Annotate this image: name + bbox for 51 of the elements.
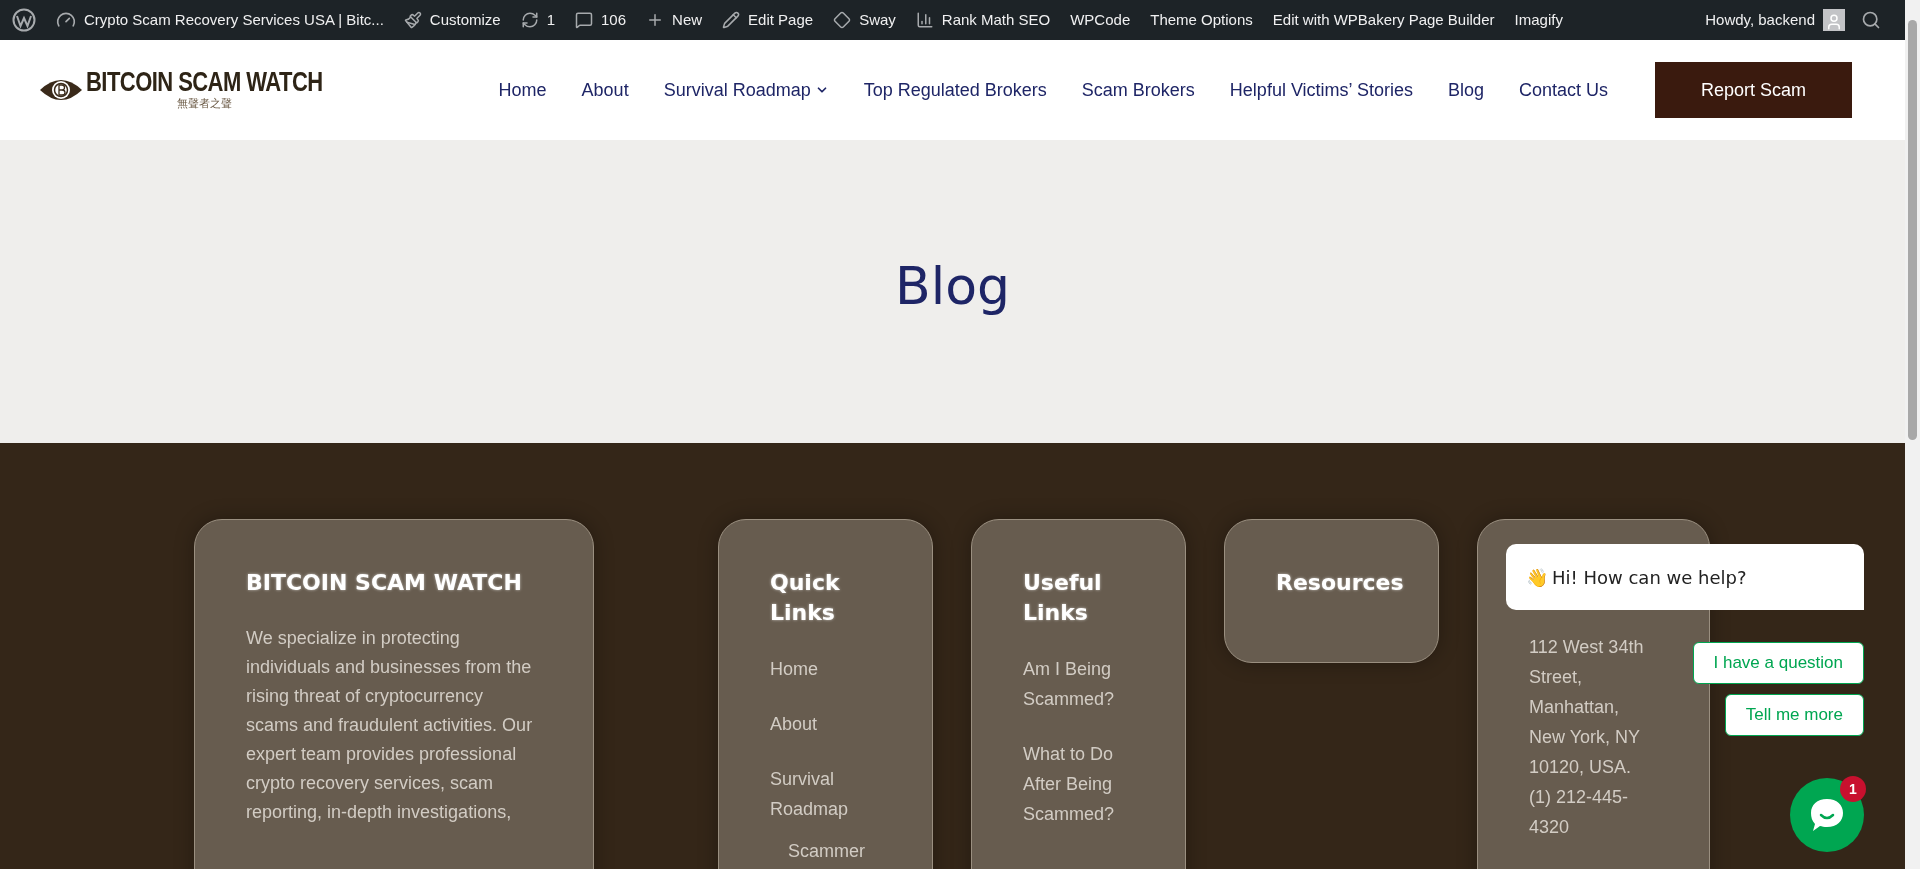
contact-text: (1) 212-445-4320 [1529,786,1630,839]
admin-bar-link[interactable]: New [672,8,703,32]
footer-link[interactable]: What to Do After Being Scammed? [1023,739,1145,829]
admin-bar-link[interactable]: Edit with WPBakery Page Builder [1272,8,1495,32]
contact-text: 112 West 34th Street, Manhattan, New York, NY 10120, USA. [1529,636,1645,779]
logo-tagline: 無聲者之聲 [176,98,232,109]
column-title: Resources [1276,569,1404,597]
gauge-icon [56,10,76,30]
greeting-link[interactable]: Howdy, backend [1705,8,1815,32]
admin-bar-link[interactable]: Rank Math SEO [941,8,1051,32]
notification-badge: 1 [1840,776,1866,802]
column-title: Quick Links [770,569,840,627]
chat-greeting: Hi! How can we help? [1552,565,1747,590]
footer-link[interactable]: Am I Being Scammed? [1023,654,1145,714]
nav-link[interactable]: Survival Roadmap [663,76,829,104]
wave-emoji: 👋 [1526,565,1548,590]
admin-bar-link[interactable]: Sway [859,8,896,32]
nav-link[interactable]: Contact Us [1518,76,1608,104]
scrollbar[interactable] [1905,0,1920,869]
page-title: Blog [895,254,1010,318]
footer-link[interactable]: Scammer [788,836,892,866]
nav-link[interactable]: Top Regulated Brokers [863,76,1047,104]
about-paragraph: We specialize in protecting individuals and businesses from the rising threat of cryptocurrency scams and fraudulent activities. Our expert team provides professional crypto recovery services, scam reporting, in-depth investigations, [246,627,533,824]
nav-link[interactable]: Blog [1447,76,1484,104]
footer-link[interactable]: Home [770,654,892,684]
nav-link[interactable]: Home [498,76,547,104]
refresh-icon [520,11,539,29]
brush-icon [403,11,422,29]
admin-bar-link[interactable]: Imagify [1514,8,1563,32]
report-scam-button[interactable]: Report Scam [1655,62,1852,118]
admin-bar-link[interactable]: 1 [546,8,556,32]
admin-bar-link[interactable]: Customize [429,8,501,32]
diamond-icon [833,11,852,29]
site-title-link[interactable]: Crypto Scam Recovery Services USA | Bitc... [84,8,384,32]
admin-bar-link[interactable]: Theme Options [1150,8,1253,32]
comment-icon [575,11,594,29]
footer-link[interactable]: About [770,709,892,739]
footer-link[interactable]: Survival Roadmap [770,764,892,824]
about-title: BITCOIN SCAM WATCH [246,569,523,597]
column-title: Useful Links [1023,569,1102,627]
nav-link[interactable]: About [581,76,629,104]
search-icon[interactable] [1861,10,1881,30]
admin-bar-link[interactable]: 106 [601,8,627,32]
bar-chart-icon [915,11,934,29]
nav-link[interactable]: Helpful Victims’ Stories [1229,76,1413,104]
admin-bar-link[interactable]: WPCode [1070,8,1131,32]
logo-name: BITCOIN SCAM WATCH [86,68,323,96]
circle-logo-icon[interactable] [12,8,36,32]
pencil-icon [722,11,741,29]
admin-bar-link[interactable]: Edit Page [748,8,814,32]
nav-link[interactable]: Scam Brokers [1081,76,1195,104]
